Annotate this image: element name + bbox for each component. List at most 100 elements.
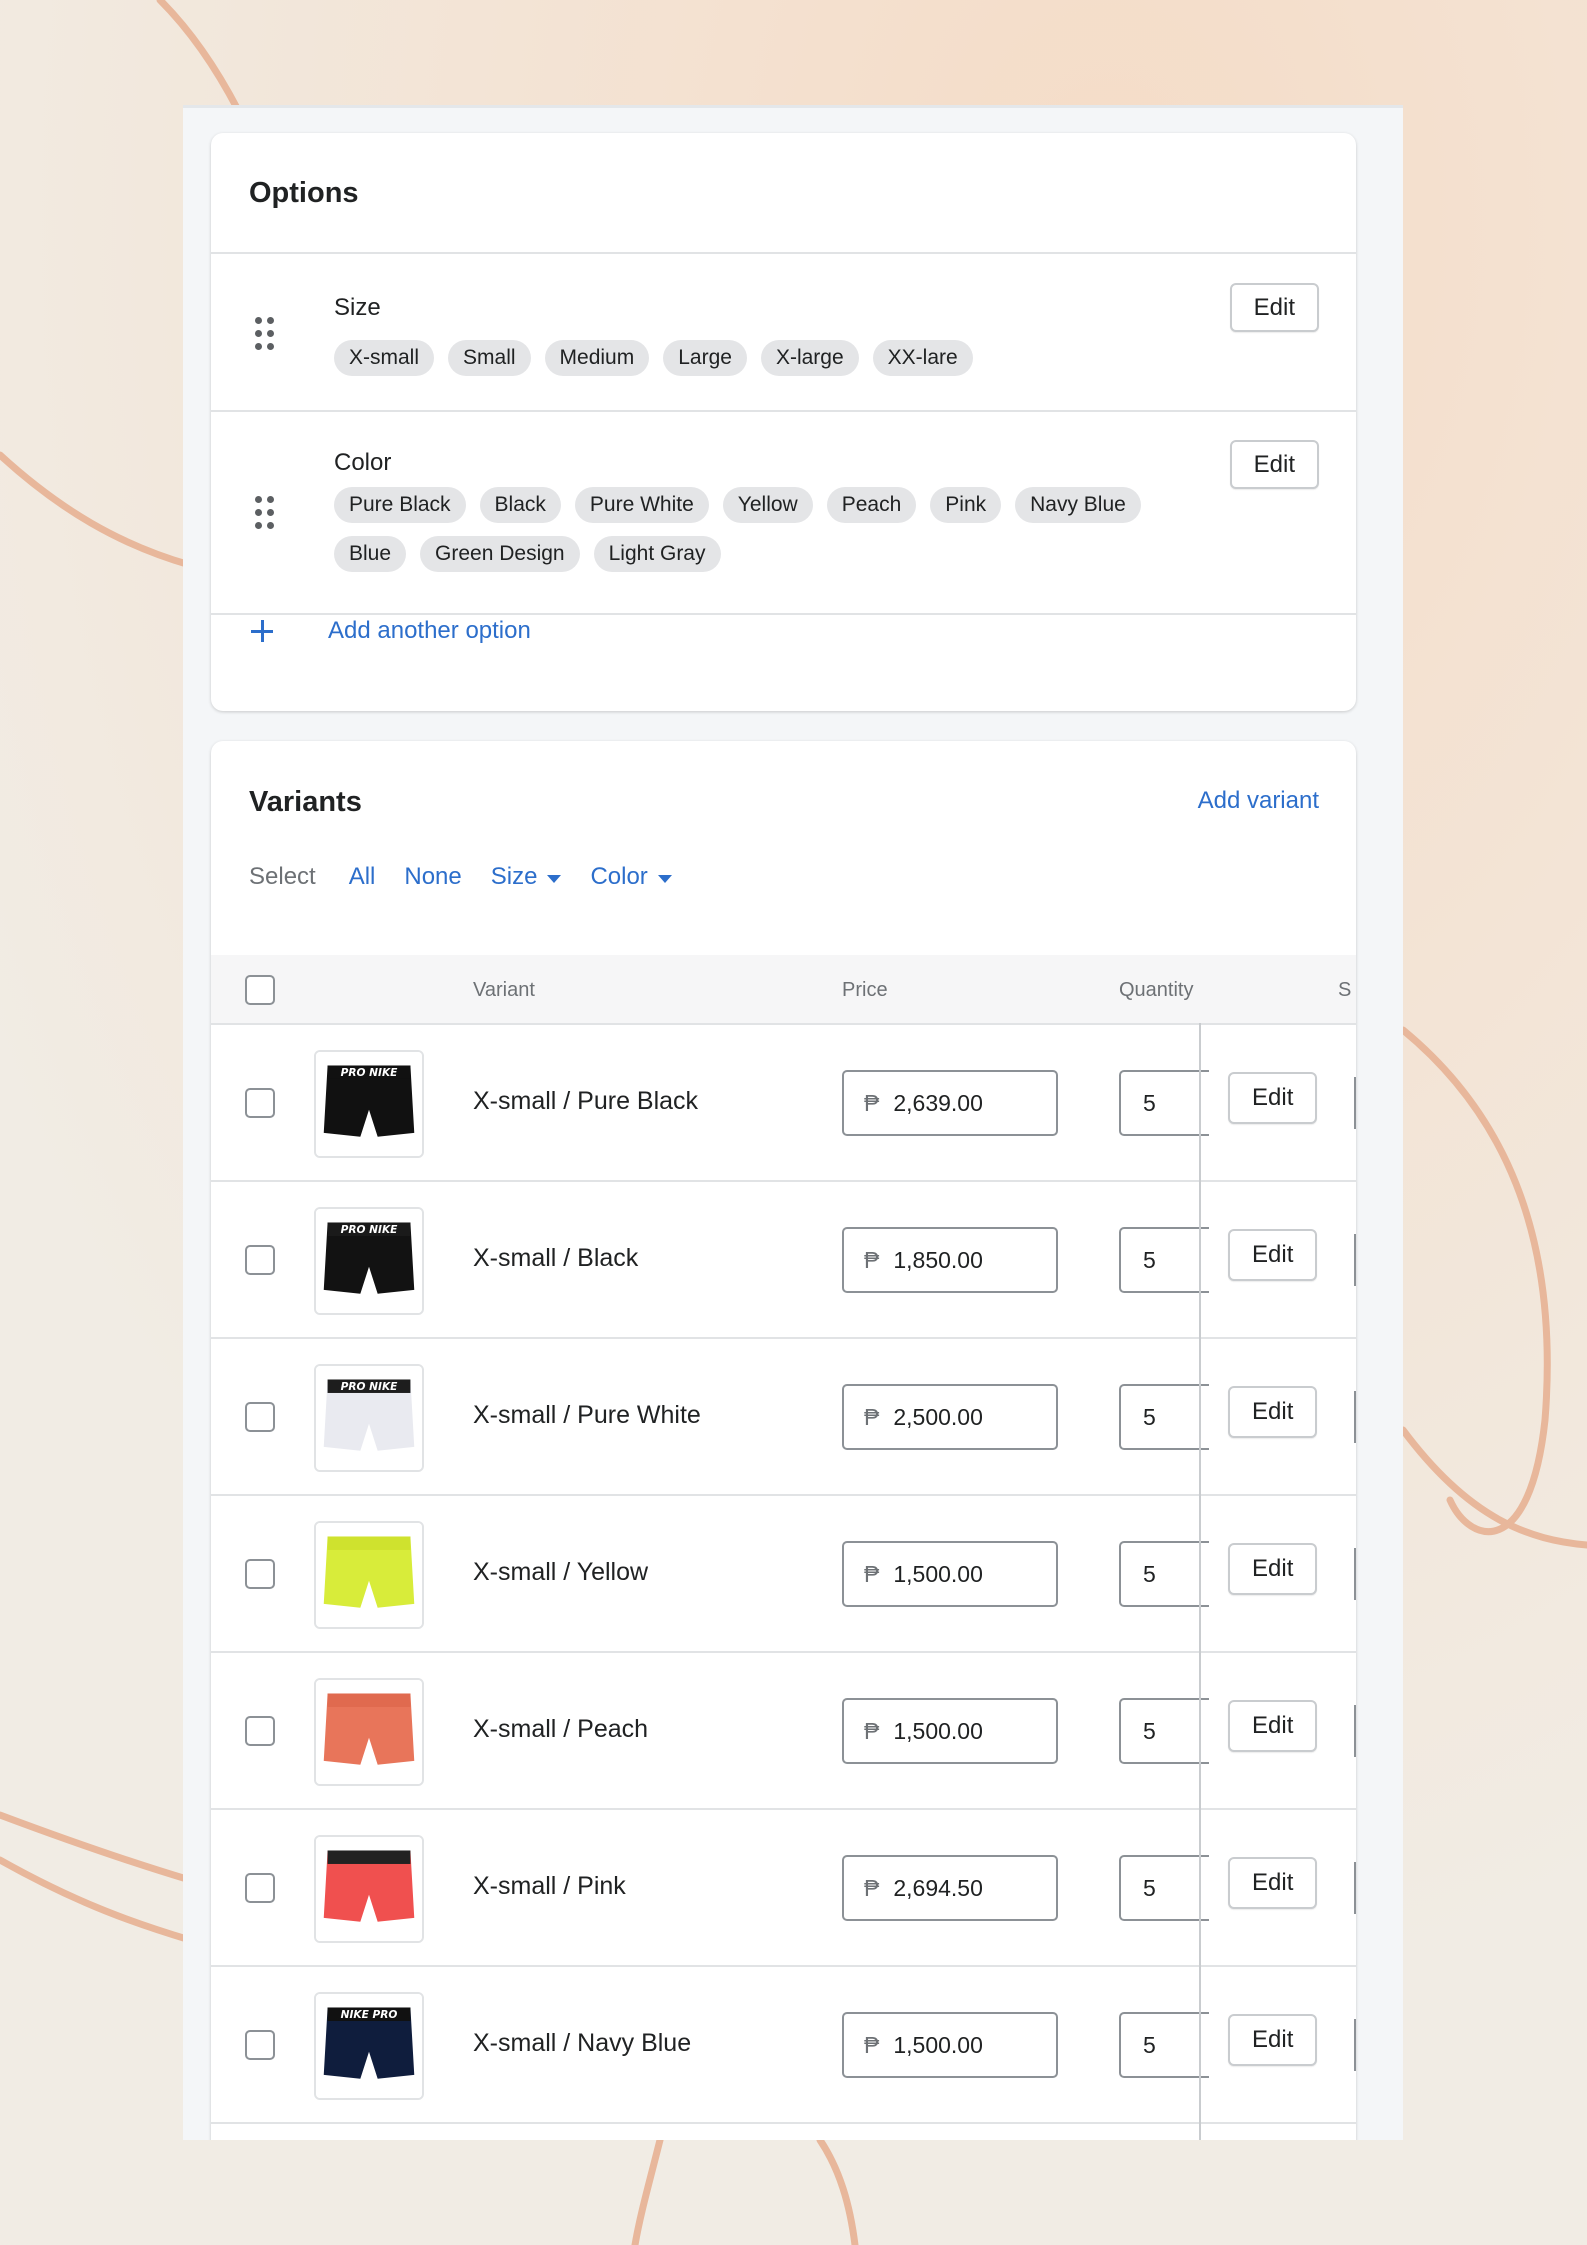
price-value: 2,694.50 [893, 1875, 983, 1901]
row-checkbox[interactable] [245, 1088, 275, 1118]
variant-name: X-small / Pure White [473, 1401, 701, 1429]
column-header-price: Price [842, 979, 888, 1001]
variant-name: X-small / Yellow [473, 1558, 649, 1586]
select-all-checkbox[interactable] [245, 975, 275, 1005]
price-input[interactable]: ₱ 1,500.00 [842, 1698, 1058, 1764]
option-values: Pure Black Black Pure White Yellow Peach… [334, 487, 1164, 572]
table-row: X-small / Peach ₱ 1,500.00 5 Edit [211, 1653, 1356, 1810]
currency-symbol: ₱ [864, 1561, 880, 1587]
currency-symbol: ₱ [864, 2032, 880, 2058]
option-value-tag: X-large [760, 340, 859, 376]
column-header-truncated: S [1338, 979, 1352, 1001]
edit-color-option-button[interactable]: Edit [1229, 440, 1319, 489]
variant-name: X-small / Navy Blue [473, 2029, 692, 2057]
variant-thumbnail[interactable]: PRO NIKE [314, 1364, 424, 1472]
truncated-column-stub [1354, 1705, 1356, 1757]
row-checkbox[interactable] [245, 1559, 275, 1589]
truncated-column-stub [1354, 1862, 1356, 1914]
option-name: Size [334, 294, 381, 321]
variant-thumbnail[interactable]: PRO NIKE [314, 1207, 424, 1315]
option-row-size: Size X-small Small Medium Large X-large … [211, 254, 1356, 410]
option-value-tag: Pure Black [334, 487, 466, 523]
option-value-tag: Green Design [420, 536, 580, 572]
edit-variant-button[interactable]: Edit [1228, 1700, 1318, 1752]
truncated-column-stub [1354, 1234, 1356, 1286]
option-value-tag: Pure White [574, 487, 709, 523]
quantity-input[interactable]: 5 [1119, 1541, 1209, 1607]
row-checkbox[interactable] [245, 1716, 275, 1746]
waistband-text: PRO NIKE [341, 1067, 399, 1079]
add-variant-link[interactable]: Add variant [1198, 787, 1319, 815]
option-value-tag: X-small [334, 340, 435, 376]
variant-thumbnail[interactable]: NIKE PRO [314, 1992, 424, 2100]
variants-title: Variants [249, 786, 362, 818]
variant-name: X-small / Black [473, 1244, 639, 1272]
table-row: PRO NIKE X-small / Pure White ₱ 2,500.00 … [211, 1339, 1356, 1496]
shorts-image: PRO NIKE [316, 1366, 422, 1470]
quantity-input[interactable]: 5 [1119, 1384, 1209, 1450]
plus-icon [249, 618, 275, 644]
select-none-link[interactable]: None [404, 863, 461, 891]
quantity-input[interactable]: 5 [1119, 1698, 1209, 1764]
truncated-column-stub [1354, 1391, 1356, 1443]
shorts-image: NIKE PRO [316, 1994, 422, 2098]
column-header-variant: Variant [473, 979, 535, 1001]
currency-symbol: ₱ [864, 1090, 880, 1116]
price-input[interactable]: ₱ 1,850.00 [842, 1227, 1058, 1293]
select-label: Select [249, 863, 316, 890]
edit-variant-button[interactable]: Edit [1228, 1543, 1318, 1595]
currency-symbol: ₱ [864, 1875, 880, 1901]
row-checkbox[interactable] [245, 1245, 275, 1275]
drag-handle-icon[interactable] [255, 496, 277, 530]
option-value-tag: Small [448, 340, 531, 376]
edit-variant-button[interactable]: Edit [1228, 1386, 1318, 1438]
variant-thumbnail[interactable] [314, 1678, 424, 1786]
variant-thumbnail[interactable] [314, 1835, 424, 1943]
select-size-dropdown[interactable]: Size [491, 863, 562, 891]
row-checkbox[interactable] [245, 2030, 275, 2060]
option-value-tag: Navy Blue [1015, 487, 1141, 523]
price-input[interactable]: ₱ 2,639.00 [842, 1070, 1058, 1136]
currency-symbol: ₱ [864, 1404, 880, 1430]
shorts-image: PRO NIKE [316, 1052, 422, 1156]
select-all-link[interactable]: All [349, 863, 376, 891]
variant-thumbnail[interactable]: PRO NIKE [314, 1050, 424, 1158]
select-color-label: Color [590, 863, 648, 890]
edit-variant-button[interactable]: Edit [1228, 2014, 1318, 2066]
quantity-input[interactable]: 5 [1119, 2012, 1209, 2078]
price-input[interactable]: ₱ 2,694.50 [842, 1855, 1058, 1921]
options-card: Options Size X-small Small Medium Large … [211, 133, 1356, 711]
truncated-column-stub [1354, 1548, 1356, 1600]
shorts-image [316, 1523, 422, 1627]
edit-variant-button[interactable]: Edit [1228, 1229, 1318, 1281]
price-value: 2,500.00 [893, 1404, 983, 1430]
select-color-dropdown[interactable]: Color [590, 863, 672, 891]
row-checkbox[interactable] [245, 1873, 275, 1903]
edit-variant-button[interactable]: Edit [1228, 1072, 1318, 1124]
price-input[interactable]: ₱ 2,500.00 [842, 1384, 1058, 1450]
quantity-input[interactable]: 5 [1119, 1070, 1209, 1136]
drag-handle-icon[interactable] [255, 317, 277, 351]
variant-thumbnail[interactable] [314, 1521, 424, 1629]
add-another-option-label: Add another option [328, 617, 531, 644]
admin-frame: Options Size X-small Small Medium Large … [183, 105, 1403, 2140]
add-another-option-button[interactable]: Add another option [249, 611, 531, 651]
currency-symbol: ₱ [864, 1247, 880, 1273]
variant-name: X-small / Peach [473, 1715, 649, 1743]
row-checkbox[interactable] [245, 1402, 275, 1432]
waistband-text: PRO NIKE [341, 1224, 399, 1236]
edit-size-option-button[interactable]: Edit [1229, 283, 1319, 332]
currency-symbol: ₱ [864, 1718, 880, 1744]
price-input[interactable]: ₱ 1,500.00 [842, 2012, 1058, 2078]
waistband-text: PRO NIKE [341, 1381, 399, 1393]
price-input[interactable]: ₱ 1,500.00 [842, 1541, 1058, 1607]
quantity-input[interactable]: 5 [1119, 1227, 1209, 1293]
option-value-tag: Medium [544, 340, 650, 376]
caret-down-icon [657, 874, 672, 883]
quantity-input[interactable]: 5 [1119, 1855, 1209, 1921]
truncated-column-stub [1354, 1077, 1356, 1129]
table-row: X-small / Yellow ₱ 1,500.00 5 Edit [211, 1496, 1356, 1653]
edit-variant-button[interactable]: Edit [1228, 1857, 1318, 1909]
option-value-tag: Yellow [722, 487, 813, 523]
variant-name: X-small / Pure Black [473, 1087, 699, 1115]
